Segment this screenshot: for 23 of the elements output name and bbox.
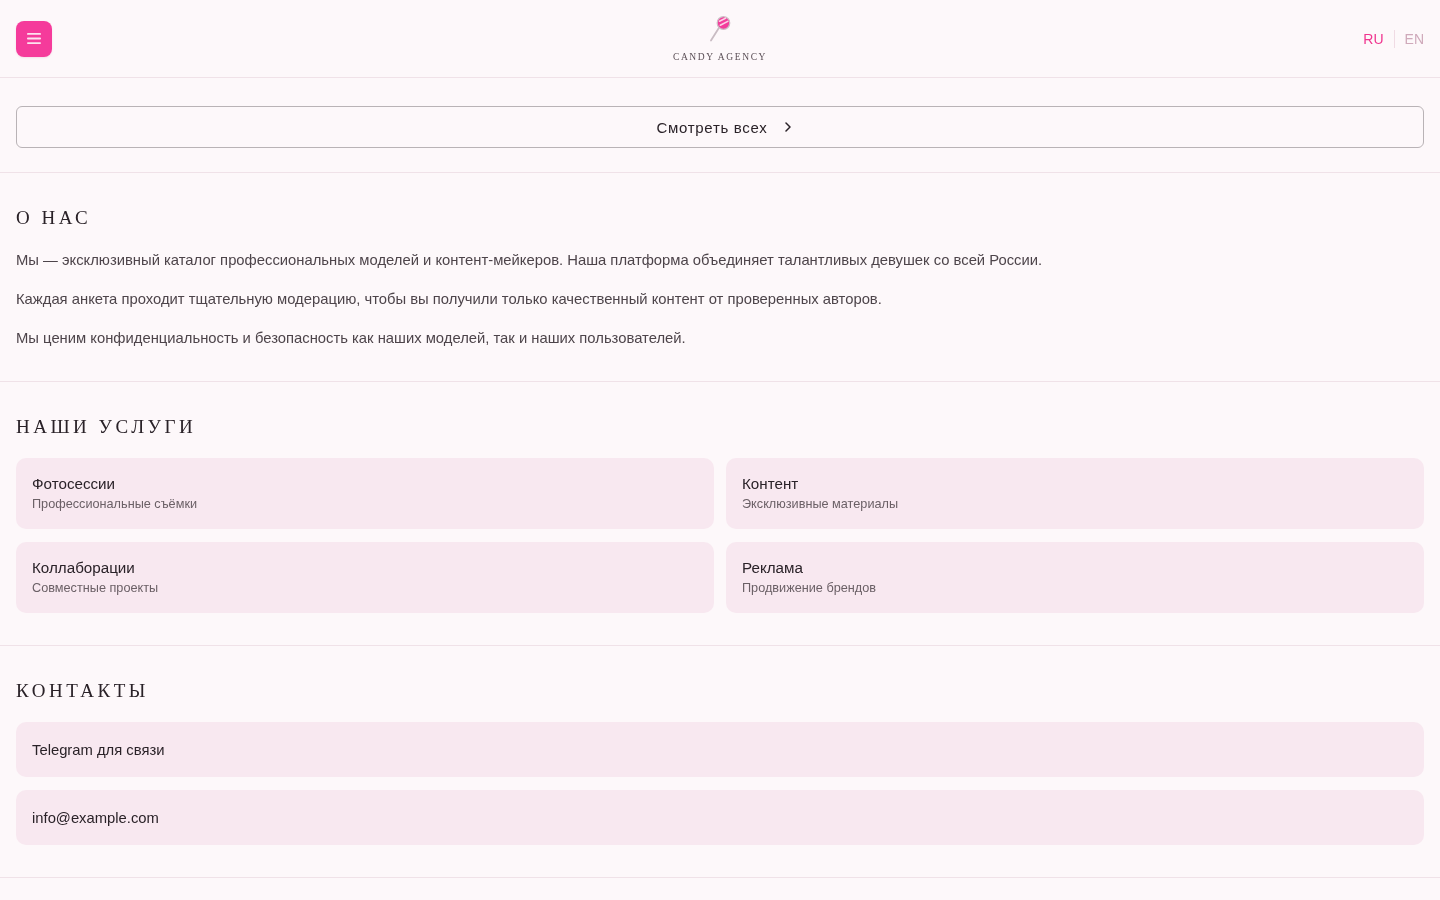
contact-link[interactable]: info@example.com [16, 790, 1424, 845]
lollipop-icon [709, 16, 731, 42]
service-title: Реклама [742, 558, 804, 578]
view-all-button[interactable]: Смотреть всех [16, 106, 1424, 148]
section-heading: НАШИ УСЛУГИ [16, 415, 198, 439]
language-option[interactable]: RU [1363, 29, 1384, 48]
service-title: Фотосессии [32, 474, 117, 494]
about-paragraph: Мы — эксклюзивный каталог профессиональных моделей и контент-мейкеров. Наша платформа объединяет талантливых девушек со всей России. [16, 251, 1044, 270]
service-description: Профессиональные съёмки [32, 496, 199, 513]
service-description: Эксклюзивные материалы [742, 496, 900, 513]
contact-link[interactable]: Telegram для связи [16, 722, 1424, 777]
service-title: Контент [742, 474, 800, 494]
about-paragraph: Каждая анкета проходит тщательную модерацию, чтобы вы получили только качественный контент от проверенных авторов. [16, 290, 883, 309]
service-title: Коллаборации [32, 558, 136, 578]
menu-button[interactable] [16, 20, 52, 57]
section-heading: О НАС [16, 206, 93, 230]
service-description: Совместные проекты [32, 580, 160, 597]
menu-icon [27, 33, 41, 44]
logo-text: CANDY AGENCY [672, 51, 768, 63]
about-paragraph: Мы ценим конфиденциальность и безопасность как наших моделей, так и наших пользователей. [16, 329, 687, 348]
section-heading: КОНТАКТЫ [16, 679, 150, 703]
chevron-right-icon [785, 122, 792, 132]
service-description: Продвижение брендов [742, 580, 877, 597]
